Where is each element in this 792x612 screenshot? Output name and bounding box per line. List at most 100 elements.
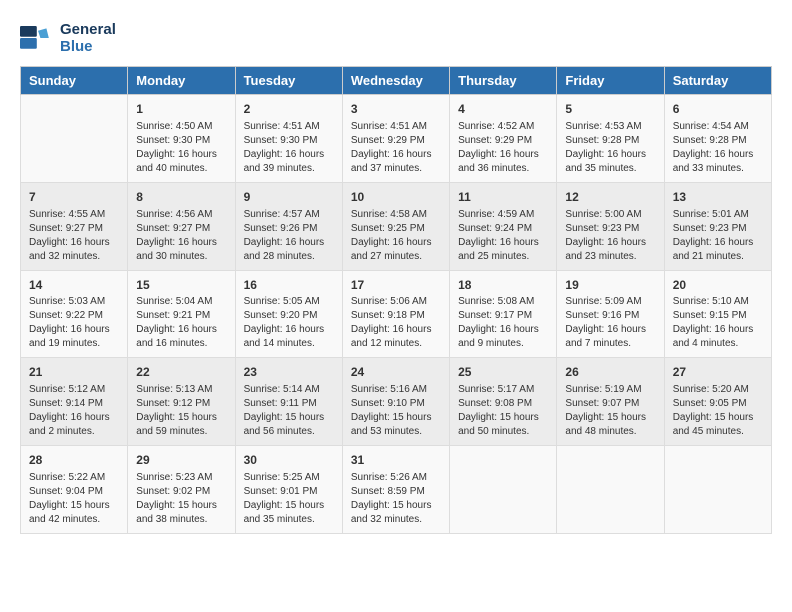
- day-info: Sunrise: 4:58 AM Sunset: 9:25 PM Dayligh…: [351, 208, 441, 264]
- calendar-cell: 17Sunrise: 5:06 AM Sunset: 9:18 PM Dayli…: [342, 270, 449, 358]
- day-info: Sunrise: 4:51 AM Sunset: 9:30 PM Dayligh…: [244, 120, 334, 176]
- calendar-cell: 26Sunrise: 5:19 AM Sunset: 9:07 PM Dayli…: [557, 358, 664, 446]
- calendar-cell: 4 Sunrise: 4:52 AM Sunset: 9:29 PM Daylig…: [450, 95, 557, 183]
- calendar-cell: 31 Sunrise: 5:26 AM Sunset: 8:59 PM Dayli…: [342, 446, 449, 534]
- calendar-cell: 7 Sunrise: 4:55 AM Sunset: 9:27 PM Daylig…: [21, 182, 128, 270]
- page-header: General Blue: [20, 20, 772, 56]
- day-info: Sunrise: 5:09 AM Sunset: 9:16 PM Dayligh…: [565, 295, 655, 351]
- calendar-cell: 2 Sunrise: 4:51 AM Sunset: 9:30 PM Daylig…: [235, 95, 342, 183]
- day-info: Sunrise: 5:26 AM Sunset: 8:59 PM Dayligh…: [351, 471, 441, 527]
- day-number: 22: [136, 364, 226, 381]
- calendar-cell: 10 Sunrise: 4:58 AM Sunset: 9:25 PM Dayli…: [342, 182, 449, 270]
- day-info: Sunrise: 4:55 AM Sunset: 9:27 PM Dayligh…: [29, 208, 119, 264]
- day-info: Sunrise: 5:25 AM Sunset: 9:01 PM Dayligh…: [244, 471, 334, 527]
- calendar-cell: 24 Sunrise: 5:16 AM Sunset: 9:10 PM Dayli…: [342, 358, 449, 446]
- calendar-cell: 15Sunrise: 5:04 AM Sunset: 9:21 PM Dayli…: [128, 270, 235, 358]
- day-info: Sunrise: 5:22 AM Sunset: 9:04 PM Dayligh…: [29, 471, 119, 527]
- calendar-cell: 3Sunrise: 4:51 AM Sunset: 9:29 PM Daylig…: [342, 95, 449, 183]
- day-info: Sunrise: 5:17 AM Sunset: 9:08 PM Dayligh…: [458, 383, 548, 439]
- day-number: 21: [29, 364, 119, 381]
- calendar-cell: 28 Sunrise: 5:22 AM Sunset: 9:04 PM Dayli…: [21, 446, 128, 534]
- calendar-cell: [557, 446, 664, 534]
- calendar-body: 1 Sunrise: 4:50 AM Sunset: 9:30 PM Daylig…: [21, 95, 772, 534]
- logo-svg: [20, 20, 56, 56]
- logo-blue: Blue: [60, 38, 116, 55]
- day-number: 1: [136, 101, 226, 118]
- calendar-cell: 13Sunrise: 5:01 AM Sunset: 9:23 PM Dayli…: [664, 182, 771, 270]
- day-number: 29: [136, 452, 226, 469]
- day-info: Sunrise: 5:03 AM Sunset: 9:22 PM Dayligh…: [29, 295, 119, 351]
- day-number: 10: [351, 189, 441, 206]
- day-number: 26: [565, 364, 655, 381]
- calendar-cell: 6 Sunrise: 4:54 AM Sunset: 9:28 PM Daylig…: [664, 95, 771, 183]
- day-info: Sunrise: 5:23 AM Sunset: 9:02 PM Dayligh…: [136, 471, 226, 527]
- day-number: 28: [29, 452, 119, 469]
- day-number: 12: [565, 189, 655, 206]
- day-info: Sunrise: 5:10 AM Sunset: 9:15 PM Dayligh…: [673, 295, 763, 351]
- calendar-cell: 25Sunrise: 5:17 AM Sunset: 9:08 PM Dayli…: [450, 358, 557, 446]
- day-info: Sunrise: 5:14 AM Sunset: 9:11 PM Dayligh…: [244, 383, 334, 439]
- calendar-cell: 20Sunrise: 5:10 AM Sunset: 9:15 PM Dayli…: [664, 270, 771, 358]
- calendar-cell: 1 Sunrise: 4:50 AM Sunset: 9:30 PM Daylig…: [128, 95, 235, 183]
- day-info: Sunrise: 4:59 AM Sunset: 9:24 PM Dayligh…: [458, 208, 548, 264]
- calendar-cell: 18Sunrise: 5:08 AM Sunset: 9:17 PM Dayli…: [450, 270, 557, 358]
- day-number: 24: [351, 364, 441, 381]
- day-number: 7: [29, 189, 119, 206]
- day-number: 17: [351, 277, 441, 294]
- day-number: 11: [458, 189, 548, 206]
- calendar-cell: 8 Sunrise: 4:56 AM Sunset: 9:27 PM Daylig…: [128, 182, 235, 270]
- day-info: Sunrise: 4:54 AM Sunset: 9:28 PM Dayligh…: [673, 120, 763, 176]
- day-info: Sunrise: 4:52 AM Sunset: 9:29 PM Dayligh…: [458, 120, 548, 176]
- calendar-cell: 16Sunrise: 5:05 AM Sunset: 9:20 PM Dayli…: [235, 270, 342, 358]
- day-number: 16: [244, 277, 334, 294]
- day-info: Sunrise: 4:56 AM Sunset: 9:27 PM Dayligh…: [136, 208, 226, 264]
- day-number: 4: [458, 101, 548, 118]
- day-info: Sunrise: 5:01 AM Sunset: 9:23 PM Dayligh…: [673, 208, 763, 264]
- calendar-cell: 19Sunrise: 5:09 AM Sunset: 9:16 PM Dayli…: [557, 270, 664, 358]
- day-number: 15: [136, 277, 226, 294]
- weekday-header: Monday: [128, 67, 235, 95]
- calendar-table: SundayMondayTuesdayWednesdayThursdayFrid…: [20, 66, 772, 534]
- calendar-cell: [450, 446, 557, 534]
- weekday-header: Wednesday: [342, 67, 449, 95]
- day-number: 5: [565, 101, 655, 118]
- day-number: 18: [458, 277, 548, 294]
- calendar-cell: 11 Sunrise: 4:59 AM Sunset: 9:24 PM Dayli…: [450, 182, 557, 270]
- day-number: 27: [673, 364, 763, 381]
- calendar-cell: 22 Sunrise: 5:13 AM Sunset: 9:12 PM Dayli…: [128, 358, 235, 446]
- day-info: Sunrise: 4:51 AM Sunset: 9:29 PM Dayligh…: [351, 120, 441, 176]
- calendar-cell: 5 Sunrise: 4:53 AM Sunset: 9:28 PM Daylig…: [557, 95, 664, 183]
- calendar-cell: 14Sunrise: 5:03 AM Sunset: 9:22 PM Dayli…: [21, 270, 128, 358]
- day-info: Sunrise: 5:05 AM Sunset: 9:20 PM Dayligh…: [244, 295, 334, 351]
- day-info: Sunrise: 5:13 AM Sunset: 9:12 PM Dayligh…: [136, 383, 226, 439]
- calendar-cell: 30 Sunrise: 5:25 AM Sunset: 9:01 PM Dayli…: [235, 446, 342, 534]
- day-number: 2: [244, 101, 334, 118]
- calendar-header: SundayMondayTuesdayWednesdayThursdayFrid…: [21, 67, 772, 95]
- header-row: SundayMondayTuesdayWednesdayThursdayFrid…: [21, 67, 772, 95]
- day-number: 31: [351, 452, 441, 469]
- day-number: 23: [244, 364, 334, 381]
- day-info: Sunrise: 5:16 AM Sunset: 9:10 PM Dayligh…: [351, 383, 441, 439]
- day-info: Sunrise: 5:20 AM Sunset: 9:05 PM Dayligh…: [673, 383, 763, 439]
- weekday-header: Tuesday: [235, 67, 342, 95]
- weekday-header: Friday: [557, 67, 664, 95]
- calendar-cell: 27 Sunrise: 5:20 AM Sunset: 9:05 PM Dayli…: [664, 358, 771, 446]
- day-number: 30: [244, 452, 334, 469]
- day-info: Sunrise: 5:00 AM Sunset: 9:23 PM Dayligh…: [565, 208, 655, 264]
- calendar-week-row: 7 Sunrise: 4:55 AM Sunset: 9:27 PM Daylig…: [21, 182, 772, 270]
- weekday-header: Sunday: [21, 67, 128, 95]
- day-number: 8: [136, 189, 226, 206]
- calendar-week-row: 1 Sunrise: 4:50 AM Sunset: 9:30 PM Daylig…: [21, 95, 772, 183]
- day-info: Sunrise: 4:53 AM Sunset: 9:28 PM Dayligh…: [565, 120, 655, 176]
- day-number: 19: [565, 277, 655, 294]
- calendar-cell: 23 Sunrise: 5:14 AM Sunset: 9:11 PM Dayli…: [235, 358, 342, 446]
- calendar-week-row: 28 Sunrise: 5:22 AM Sunset: 9:04 PM Dayli…: [21, 446, 772, 534]
- logo: General Blue: [20, 20, 116, 56]
- day-info: Sunrise: 5:04 AM Sunset: 9:21 PM Dayligh…: [136, 295, 226, 351]
- weekday-header: Saturday: [664, 67, 771, 95]
- weekday-header: Thursday: [450, 67, 557, 95]
- calendar-cell: 29 Sunrise: 5:23 AM Sunset: 9:02 PM Dayli…: [128, 446, 235, 534]
- day-number: 6: [673, 101, 763, 118]
- day-info: Sunrise: 4:50 AM Sunset: 9:30 PM Dayligh…: [136, 120, 226, 176]
- day-info: Sunrise: 5:08 AM Sunset: 9:17 PM Dayligh…: [458, 295, 548, 351]
